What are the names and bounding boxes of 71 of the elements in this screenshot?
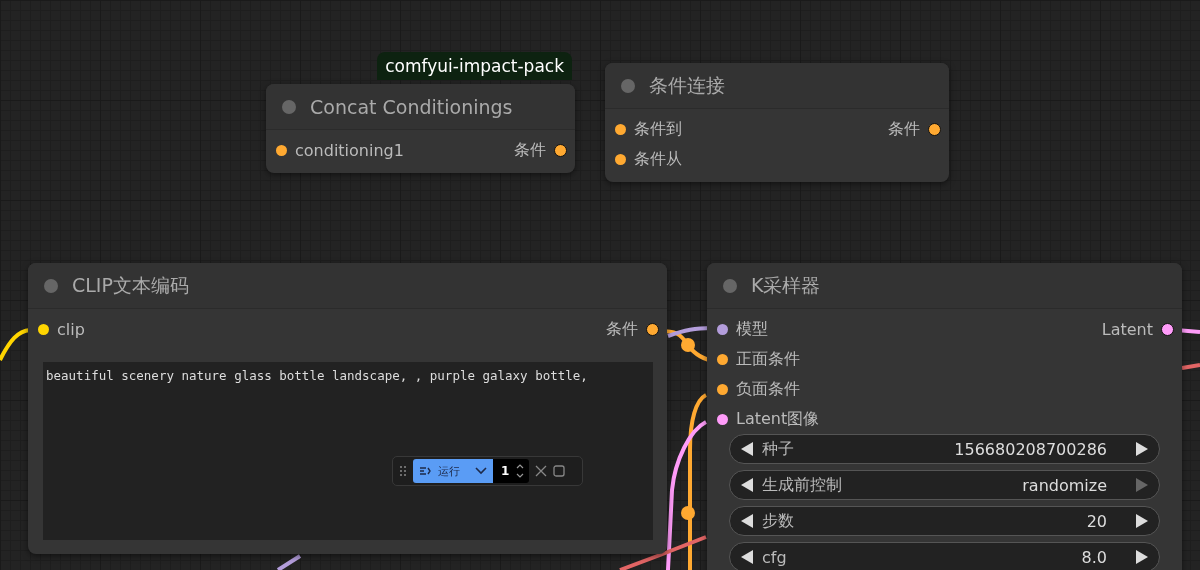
input-slot-dot[interactable] — [717, 353, 728, 365]
input-label: conditioning1 — [295, 140, 404, 160]
input-label: clip — [57, 319, 85, 339]
increment-arrow-icon[interactable] — [1135, 441, 1149, 457]
input-slot-dot[interactable] — [615, 153, 626, 165]
decrement-arrow-icon[interactable] — [740, 549, 754, 565]
widget-value: randomize — [1022, 475, 1107, 495]
graph-canvas[interactable] — [0, 0, 1200, 570]
input-label: Latent图像 — [736, 408, 820, 430]
node-title: 条件连接 — [649, 72, 725, 98]
number-widget[interactable]: cfg 8.0 — [729, 542, 1160, 570]
decrement-arrow-icon[interactable] — [740, 477, 754, 493]
output-slot-dot[interactable] — [1161, 322, 1174, 336]
input-slot-dot[interactable] — [717, 383, 728, 395]
widget-value: 156680208700286 — [954, 439, 1107, 459]
output-label: 条件 — [888, 118, 920, 140]
output-label: 条件 — [606, 318, 638, 340]
run-button[interactable]: 运行 — [413, 459, 493, 483]
link-wire — [0, 328, 31, 361]
increment-arrow-icon[interactable] — [1135, 549, 1149, 565]
input-label: 模型 — [736, 318, 768, 340]
input-label: 条件从 — [634, 148, 682, 170]
number-widget[interactable]: 生成前控制 randomize — [729, 470, 1160, 500]
node-card[interactable]: 条件连接 条件到 条件 条件从 — [605, 63, 949, 182]
link-wire — [1181, 363, 1200, 370]
input-label: 正面条件 — [736, 348, 800, 370]
output-slot-dot[interactable] — [554, 143, 567, 157]
decrement-arrow-icon[interactable] — [740, 513, 754, 529]
number-widget[interactable]: 种子 156680208700286 — [729, 434, 1160, 464]
reroute-dot[interactable] — [681, 338, 695, 352]
queue-icon — [419, 466, 432, 476]
drag-handle-icon[interactable] — [399, 465, 407, 477]
collapse-dot-icon[interactable] — [621, 78, 635, 93]
batch-count-field[interactable]: 1 — [493, 459, 529, 483]
widget-label: cfg — [762, 547, 787, 567]
node-title-bar[interactable]: Concat Conditionings — [266, 84, 575, 130]
node-card[interactable]: K采样器 模型 Latent 正面条件 负面条件 Latent图像 种子 156680208700286 生成前控制 randomize 步数 20 cfg 8.0 — [707, 263, 1182, 570]
node-badge: comfyui-impact-pack — [377, 52, 572, 80]
node-title: K采样器 — [751, 272, 821, 298]
number-widget[interactable]: 步数 20 — [729, 506, 1160, 536]
input-slot-dot[interactable] — [615, 123, 626, 135]
collapse-dot-icon[interactable] — [282, 99, 296, 114]
widget-value: 20 — [1086, 511, 1107, 531]
widget-label: 步数 — [762, 510, 794, 532]
node-title-bar[interactable]: 条件连接 — [605, 63, 949, 109]
output-label: Latent — [1101, 319, 1153, 339]
input-slot-dot[interactable] — [717, 413, 728, 425]
input-label: 条件到 — [634, 118, 682, 140]
node-title-bar[interactable]: K采样器 — [707, 263, 1182, 309]
input-slot-dot[interactable] — [717, 323, 728, 335]
node-title: CLIP文本编码 — [72, 272, 189, 298]
input-slot-dot[interactable] — [276, 144, 287, 156]
node-title: Concat Conditionings — [310, 95, 513, 118]
widget-value: 8.0 — [1081, 547, 1107, 567]
output-slot-dot[interactable] — [646, 322, 659, 336]
input-slot-dot[interactable] — [38, 323, 49, 335]
output-label: 条件 — [514, 139, 546, 161]
reroute-dot[interactable] — [681, 506, 695, 520]
link-wire — [276, 554, 302, 570]
square-icon[interactable] — [553, 465, 565, 477]
widget-label: 生成前控制 — [762, 474, 842, 496]
chevron-down-icon[interactable] — [475, 467, 487, 475]
decrement-arrow-icon[interactable] — [740, 441, 754, 457]
widget-label: 种子 — [762, 438, 794, 460]
increment-arrow-icon[interactable] — [1135, 513, 1149, 529]
collapse-dot-icon[interactable] — [44, 278, 58, 293]
output-slot-dot[interactable] — [928, 122, 941, 136]
node-title-bar[interactable]: CLIP文本编码 — [28, 263, 667, 309]
input-label: 负面条件 — [736, 378, 800, 400]
collapse-dot-icon[interactable] — [723, 278, 737, 293]
close-icon[interactable] — [535, 465, 547, 477]
